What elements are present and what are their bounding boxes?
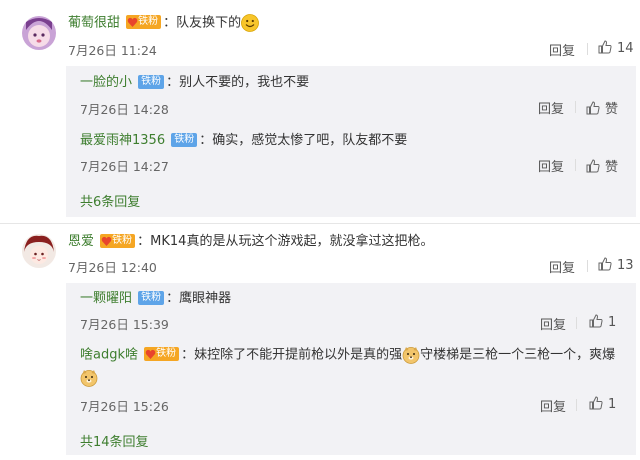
- avatar[interactable]: [22, 234, 56, 268]
- like-button[interactable]: 1: [589, 396, 616, 412]
- comment-header: 葡萄很甜 铁粉 ：队友换下的: [68, 14, 260, 33]
- thumbs-up-icon: [586, 101, 600, 115]
- doge-emoji-icon: [402, 347, 420, 364]
- reply-button[interactable]: 回复: [549, 257, 575, 276]
- doge-emoji-icon: [80, 370, 98, 387]
- more-replies-link[interactable]: 共14条回复: [80, 431, 149, 450]
- like-count: 14: [617, 41, 634, 56]
- divider: [576, 317, 577, 329]
- username-link[interactable]: 啥adgk啥: [80, 348, 138, 363]
- fan-heart-icon: [127, 17, 138, 27]
- fan-badge: 铁粉: [138, 290, 165, 305]
- username-link[interactable]: 一颗曜阳: [80, 291, 132, 306]
- reply-list: [66, 283, 636, 455]
- badge-label: 铁粉: [138, 16, 159, 27]
- fan-badge: 铁粉: [138, 74, 165, 89]
- reply-time: 7月26日 15:26: [80, 399, 169, 414]
- like-button[interactable]: 14: [598, 40, 634, 56]
- badge-label: 铁粉: [112, 234, 133, 246]
- reply-button[interactable]: 回复: [540, 314, 566, 333]
- comment-text: 队友换下的: [176, 15, 242, 31]
- comment-time: 7月26日 11:24: [68, 43, 157, 58]
- reply-time: 7月26日 14:28: [80, 102, 169, 117]
- reply-time: 7月26日 14:27: [80, 159, 169, 174]
- divider: [587, 43, 588, 55]
- username-link[interactable]: 最爱雨神1356: [80, 133, 165, 148]
- thumbs-up-icon: [586, 159, 600, 173]
- fan-badge: 铁粉: [100, 233, 136, 248]
- comment-text: MK14真的是从玩这个游戏起，就没拿过这把枪。: [150, 234, 434, 249]
- reply-header: 啥adgk啥 铁粉 ：妹控除了不能开提前枪以外是真的强 守楼梯是三枪一个三枪一个，…: [80, 347, 616, 364]
- reply-header: 一脸的小 铁粉 ：别人不要的，我也不要: [80, 74, 310, 90]
- reply-header: 最爱雨神1356 铁粉 ：确实，感觉太惨了吧，队友都不要: [80, 132, 408, 148]
- divider: [576, 399, 577, 411]
- reply-button[interactable]: 回复: [538, 156, 564, 175]
- like-count: 1: [608, 397, 617, 412]
- reply-button[interactable]: 回复: [538, 98, 564, 117]
- reply-time: 7月26日 15:39: [80, 317, 169, 332]
- more-replies-link[interactable]: 共6条回复: [80, 191, 140, 210]
- reply-header: 一颗曜阳 铁粉 ：鹰眼神器: [80, 290, 232, 306]
- thumbs-up-icon: [589, 314, 603, 328]
- reply-text: 确实，感觉太惨了吧，队友都不要: [212, 133, 408, 148]
- thumbs-up-icon: [598, 40, 612, 54]
- comment-header: 恩爱 铁粉 ：MK14真的是从玩这个游戏起，就没拿过这把枪。: [68, 233, 434, 249]
- avatar[interactable]: [22, 16, 56, 50]
- reply-text: 鹰眼神器: [179, 291, 232, 306]
- comment-divider: [0, 223, 640, 224]
- fan-heart-icon: [145, 349, 156, 359]
- comment-time: 7月26日 12:40: [68, 260, 157, 275]
- thumbs-up-icon: [598, 257, 612, 271]
- divider: [575, 159, 576, 171]
- reply-button[interactable]: 回复: [540, 396, 566, 415]
- thumbs-up-icon: [589, 396, 603, 410]
- fan-badge: 铁粉: [144, 347, 180, 361]
- reply-header-wrap: [80, 369, 98, 388]
- reply-text: 妹控除了不能开提前枪以外是真的强: [194, 347, 403, 363]
- like-label: 赞: [605, 102, 619, 117]
- badge-label: 铁粉: [156, 348, 177, 359]
- like-button[interactable]: 1: [589, 314, 616, 330]
- like-button[interactable]: 赞: [586, 156, 618, 175]
- reply-text: 别人不要的，我也不要: [179, 75, 310, 90]
- reply-text-cont: 守楼梯是三枪一个三枪一个，爽爆: [420, 347, 616, 363]
- fan-badge: 铁粉: [126, 15, 162, 29]
- like-count: 13: [617, 258, 634, 273]
- reply-button[interactable]: 回复: [549, 40, 575, 59]
- divider: [587, 260, 588, 272]
- smile-emoji-icon: [241, 14, 260, 32]
- like-count: 1: [608, 315, 617, 330]
- divider: [575, 101, 576, 113]
- username-link[interactable]: 恩爱: [68, 234, 94, 249]
- like-button[interactable]: 13: [598, 257, 634, 273]
- fan-heart-icon: [101, 236, 112, 246]
- like-label: 赞: [605, 160, 619, 175]
- username-link[interactable]: 葡萄很甜: [68, 16, 120, 31]
- fan-badge: 铁粉: [171, 132, 198, 147]
- username-link[interactable]: 一脸的小: [80, 75, 132, 90]
- like-button[interactable]: 赞: [586, 98, 618, 117]
